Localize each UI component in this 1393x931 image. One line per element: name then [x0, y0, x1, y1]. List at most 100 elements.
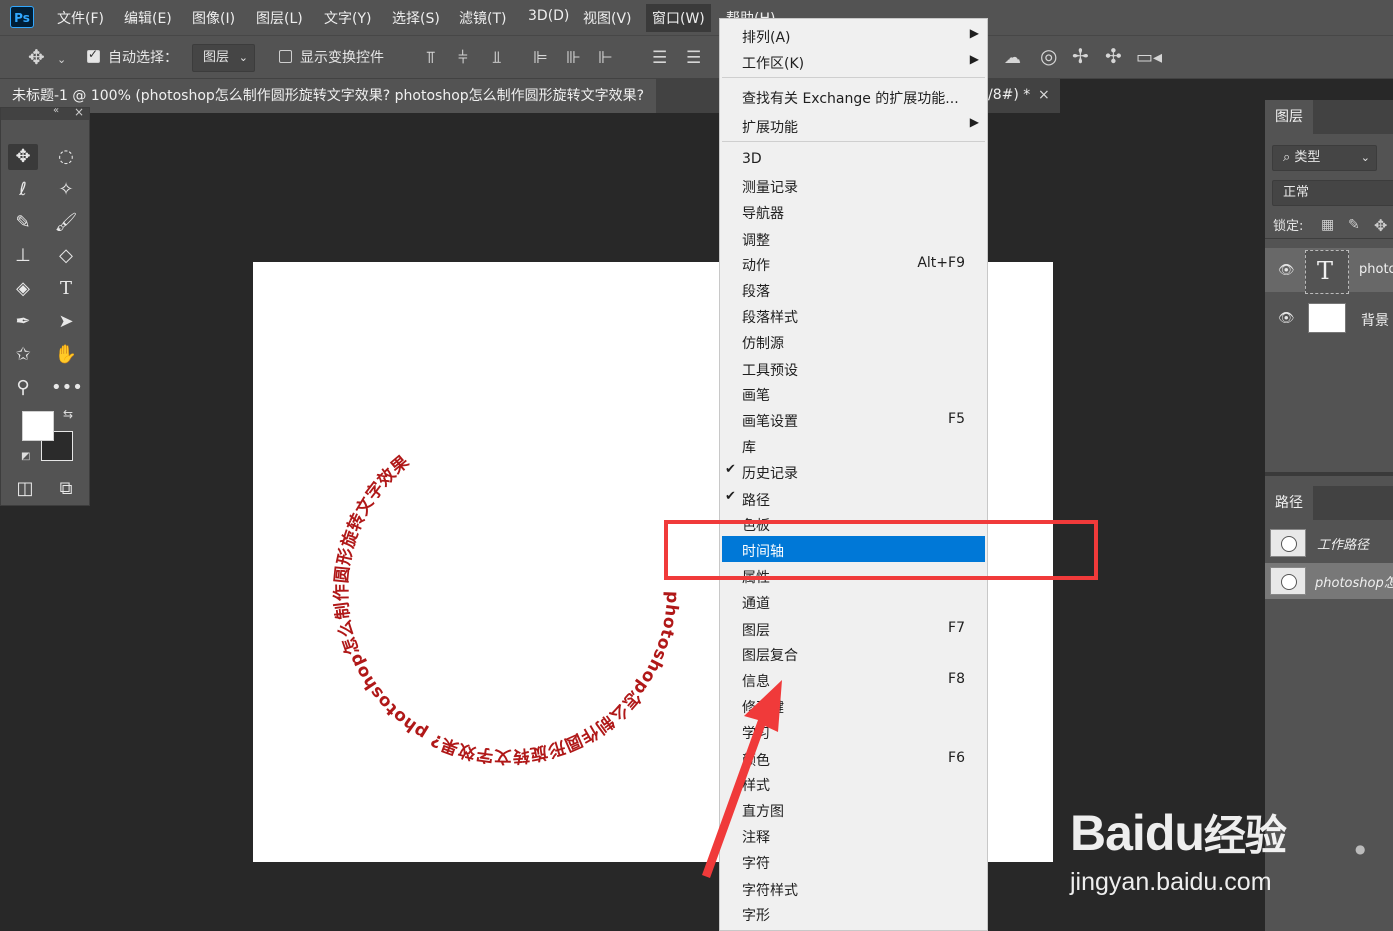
marquee-tool-icon[interactable]: ◌ — [51, 144, 81, 170]
default-colors-icon[interactable]: ◩ — [21, 451, 30, 462]
menu-3d[interactable]: 3D(D) — [528, 8, 569, 24]
align-left-icon[interactable]: ⊫ — [533, 50, 548, 67]
eyedropper-tool-icon[interactable]: ✎ — [8, 210, 38, 236]
move-tool-icon[interactable]: ✥ — [28, 47, 45, 67]
3d-scale-icon[interactable]: ▭◂ — [1136, 49, 1162, 67]
menu-file[interactable]: 文件(F) — [57, 8, 104, 28]
align-vcenter-icon[interactable]: ⫩ — [458, 50, 468, 67]
distribute-top-icon[interactable]: ☰ — [652, 50, 667, 67]
close-icon[interactable]: × — [74, 105, 84, 119]
show-transform-checkbox[interactable] — [279, 50, 292, 63]
magic-wand-tool-icon[interactable]: ✧ — [51, 177, 81, 203]
auto-select-target-dropdown[interactable]: 图层 ⌄ — [192, 44, 255, 72]
collapse-icon[interactable]: « — [53, 105, 59, 116]
lock-position-icon[interactable]: ✥ — [1374, 216, 1387, 235]
align-right-icon[interactable]: ⊩ — [598, 50, 613, 67]
menu-view[interactable]: 视图(V) — [583, 8, 632, 28]
tools-panel-header[interactable]: « × — [1, 105, 89, 120]
align-hcenter-icon[interactable]: ⊪ — [566, 50, 581, 67]
menu-shortcut-actions: Alt+F9 — [917, 255, 965, 271]
layer-filter-dropdown[interactable]: ⌕ 类型 ⌄ — [1272, 145, 1377, 171]
menu-item-layer-comps[interactable]: 图层复合 — [742, 645, 798, 665]
checkmark-icon: ✔ — [725, 462, 736, 477]
menu-item-actions[interactable]: 动作 — [742, 255, 770, 275]
lock-pixels-icon[interactable]: ✎ — [1348, 217, 1360, 233]
menu-filter[interactable]: 滤镜(T) — [459, 8, 506, 28]
brush-tool-icon[interactable]: 🖌 — [51, 210, 81, 236]
type-tool-icon[interactable]: T — [51, 276, 81, 302]
path-name[interactable]: 工作路径 — [1317, 534, 1369, 553]
align-bottom-icon[interactable]: ⫫ — [492, 50, 502, 67]
menu-item-find-exchange[interactable]: 查找有关 Exchange 的扩展功能... — [742, 88, 959, 108]
align-top-icon[interactable]: ⫪ — [426, 50, 436, 67]
eraser-tool-icon[interactable]: ◇ — [51, 243, 81, 269]
menu-layer[interactable]: 图层(L) — [256, 8, 303, 28]
3d-orbit-icon[interactable]: ☁ — [1004, 50, 1021, 67]
stamp-tool-icon[interactable]: ⊥ — [8, 243, 38, 269]
eye-icon[interactable]: 👁 — [1278, 311, 1295, 326]
menu-item-paragraph-styles[interactable]: 段落样式 — [742, 307, 798, 327]
path-row-text-path[interactable]: photoshop怎 — [1265, 563, 1393, 599]
menu-item-brush-settings[interactable]: 画笔设置 — [742, 411, 798, 431]
3d-roll-icon[interactable]: ◎ — [1040, 46, 1057, 66]
panel-divider — [1265, 472, 1393, 476]
menu-item-adjustments[interactable]: 调整 — [742, 230, 770, 250]
path-thumbnail — [1270, 529, 1306, 557]
eye-icon[interactable]: 👁 — [1278, 263, 1295, 278]
auto-select-checkbox[interactable] — [87, 47, 100, 63]
menu-item-glyphs[interactable]: 字形 — [742, 905, 770, 925]
foreground-color-swatch[interactable] — [22, 411, 54, 441]
menu-item-paths[interactable]: 路径 — [742, 490, 770, 510]
3d-slide-icon[interactable]: ✣ — [1105, 46, 1122, 66]
shape-tool-icon[interactable]: ✩ — [8, 342, 38, 368]
close-tab-icon[interactable]: × — [1038, 87, 1050, 103]
blend-mode-dropdown[interactable]: 正常 — [1272, 180, 1393, 206]
zoom-tool-icon[interactable]: ⚲ — [8, 375, 38, 401]
pen-tool-icon[interactable]: ✒ — [8, 309, 38, 335]
menu-item-libraries[interactable]: 库 — [742, 437, 756, 457]
tab-paths[interactable]: 路径 — [1265, 486, 1313, 520]
screen-mode-icon[interactable]: ⧉ — [51, 476, 81, 502]
menu-image[interactable]: 图像(I) — [192, 8, 235, 28]
document-tab[interactable]: 未标题-1 @ 100% (photoshop怎么制作圆形旋转文字效果? pho… — [0, 79, 657, 113]
hand-tool-icon[interactable]: ✋ — [51, 342, 81, 368]
background-layer-thumbnail — [1308, 303, 1346, 333]
menu-item-layers[interactable]: 图层 — [742, 620, 770, 640]
menu-item-workspace[interactable]: 工作区(K) — [742, 53, 804, 73]
auto-select-target-value: 图层 — [203, 50, 230, 65]
menu-item-tool-presets[interactable]: 工具预设 — [742, 360, 798, 380]
menu-item-brushes[interactable]: 画笔 — [742, 385, 770, 405]
path-select-tool-icon[interactable]: ➤ — [51, 309, 81, 335]
menu-item-paragraph[interactable]: 段落 — [742, 281, 770, 301]
menu-item-measurement-log[interactable]: 测量记录 — [742, 177, 798, 197]
path-row-work-path[interactable]: 工作路径 — [1265, 525, 1393, 561]
lock-transparent-icon[interactable]: ▦ — [1321, 217, 1334, 233]
menu-item-arrange[interactable]: 排列(A) — [742, 27, 791, 47]
lasso-tool-icon[interactable]: ℓ — [8, 177, 38, 203]
menu-item-navigator[interactable]: 导航器 — [742, 203, 784, 223]
menu-item-3d[interactable]: 3D — [742, 151, 762, 167]
layer-name[interactable]: 背景 — [1361, 310, 1389, 330]
menu-item-character-styles[interactable]: 字符样式 — [742, 880, 798, 900]
menu-select[interactable]: 选择(S) — [392, 8, 440, 28]
move-tool-icon[interactable]: ✥ — [8, 144, 38, 170]
more-tools-icon[interactable]: ••• — [51, 375, 83, 401]
swap-colors-icon[interactable]: ⇆ — [63, 407, 73, 421]
distribute-vcenter-icon[interactable]: ☰ — [686, 50, 701, 67]
tab-layers[interactable]: 图层 — [1265, 100, 1313, 134]
layer-row-background[interactable]: 👁 背景 — [1265, 298, 1393, 342]
menu-window[interactable]: 窗口(W) — [646, 4, 711, 32]
menu-item-clone-source[interactable]: 仿制源 — [742, 333, 784, 353]
menu-type[interactable]: 文字(Y) — [324, 8, 371, 28]
layer-name[interactable]: photo — [1359, 262, 1393, 277]
quick-mask-icon[interactable]: ◫ — [10, 476, 40, 502]
menu-item-extensions[interactable]: 扩展功能 — [742, 117, 798, 137]
3d-pan-icon[interactable]: ✢ — [1072, 46, 1089, 66]
menu-item-channels[interactable]: 通道 — [742, 593, 770, 613]
menu-item-history[interactable]: 历史记录 — [742, 463, 798, 483]
menu-edit[interactable]: 编辑(E) — [124, 8, 172, 28]
chevron-down-icon[interactable]: ⌄ — [57, 51, 66, 68]
path-name[interactable]: photoshop怎 — [1315, 572, 1393, 591]
paint-bucket-tool-icon[interactable]: ◈ — [8, 276, 38, 302]
layer-row-text[interactable]: 👁 T photo — [1265, 248, 1393, 294]
